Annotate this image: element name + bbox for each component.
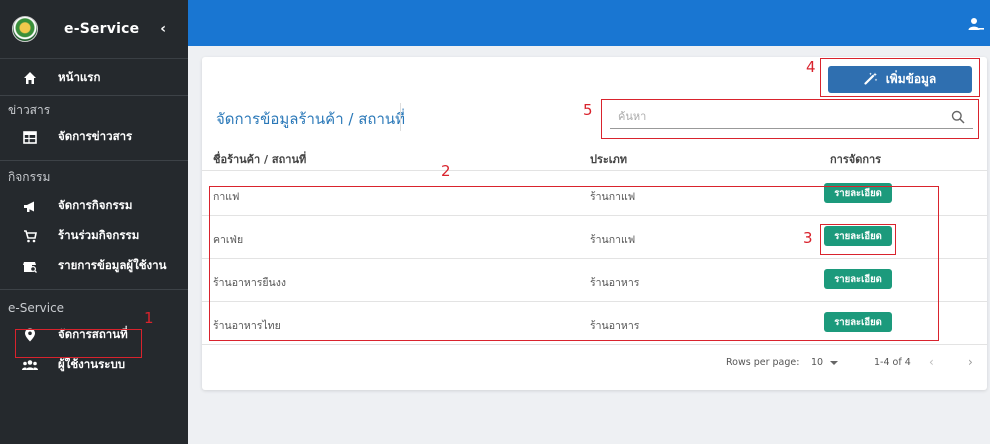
add-data-button-label: เพิ่มข้อมูล <box>885 72 937 86</box>
annotation-number-3: 3 <box>803 229 813 247</box>
cell-type: ร้านกาแฟ <box>590 191 636 203</box>
sidebar-item-manage-places[interactable]: จัดการสถานที่ <box>0 320 188 350</box>
cell-type: ร้านอาหาร <box>590 320 640 332</box>
detail-button[interactable]: รายละเอียด <box>824 312 892 332</box>
detail-button[interactable]: รายละเอียด <box>824 226 892 246</box>
sidebar-item-user-data-list[interactable]: รายการข้อมูลผู้ใช้งาน <box>0 251 188 281</box>
divider <box>0 160 188 161</box>
next-page-button[interactable]: › <box>968 355 973 369</box>
table-row: ร้านอาหารยืนงง ร้านอาหาร รายละเอียด <box>202 259 987 302</box>
sidebar-item-label: ร้านร่วมกิจกรรม <box>58 228 140 242</box>
table-header: ชื่อร้านค้า / สถานที่ ประเภท การจัดการ <box>202 141 987 171</box>
rows-per-page-label: Rows per page: <box>726 357 800 368</box>
pagination: Rows per page: 10 1-4 of 4 ‹ › <box>202 349 987 375</box>
sidebar-header: e-Service ‹ <box>0 0 188 59</box>
annotation-number-4: 4 <box>806 58 816 76</box>
content-card: เพิ่มข้อมูล จัดการข้อมูลร้านค้า / สถานที… <box>202 57 987 390</box>
user-add-icon[interactable] <box>968 16 984 30</box>
search-input[interactable] <box>610 110 951 123</box>
detail-button[interactable]: รายละเอียด <box>824 269 892 289</box>
sidebar-item-label: รายการข้อมูลผู้ใช้งาน <box>58 258 167 272</box>
sidebar-item-label: จัดการสถานที่ <box>58 327 128 341</box>
sidebar-item-home[interactable]: หน้าแรก <box>0 61 188 95</box>
cell-name: กาแฟ <box>213 191 240 203</box>
previous-page-button[interactable]: ‹ <box>929 355 934 369</box>
sidebar-item-system-users[interactable]: ผู้ใช้งานระบบ <box>0 350 188 380</box>
column-header-actions: การจัดการ <box>830 153 882 166</box>
location-pin-icon <box>22 327 38 343</box>
page-title: จัดการข้อมูลร้านค้า / สถานที่ <box>216 110 406 128</box>
top-app-bar <box>188 0 990 46</box>
search-field[interactable] <box>610 105 973 129</box>
divider <box>0 289 188 290</box>
annotation-number-2: 2 <box>441 162 451 180</box>
section-eservice: e-Service <box>8 301 65 315</box>
add-data-button[interactable]: เพิ่มข้อมูล <box>828 66 972 93</box>
store-search-icon <box>22 258 38 274</box>
cell-name: ร้านอาหารยืนงง <box>213 277 286 289</box>
news-table-icon <box>22 129 38 145</box>
column-header-name[interactable]: ชื่อร้านค้า / สถานที่ <box>213 150 306 168</box>
sidebar: e-Service ‹ หน้าแรก ข่าวสาร จัดการข่าวสา… <box>0 0 188 444</box>
cell-name: คาเฟ่ย <box>213 234 244 246</box>
page-range: 1-4 of 4 <box>874 357 911 368</box>
cell-type: ร้านกาแฟ <box>590 234 636 246</box>
sidebar-item-label: ผู้ใช้งานระบบ <box>58 357 126 371</box>
section-activities: กิจกรรม <box>8 169 51 184</box>
cell-name: ร้านอาหารไทย <box>213 320 281 332</box>
sidebar-item-label: จัดการกิจกรรม <box>58 198 133 212</box>
title-divider <box>400 103 401 131</box>
divider <box>0 95 188 96</box>
detail-button[interactable]: รายละเอียด <box>824 183 892 203</box>
column-header-type[interactable]: ประเภท <box>590 150 627 168</box>
annotation-number-1: 1 <box>144 309 154 327</box>
collapse-sidebar-icon[interactable]: ‹ <box>160 21 166 37</box>
megaphone-icon <box>22 198 38 214</box>
table-row: คาเฟ่ย ร้านกาแฟ รายละเอียด <box>202 216 987 259</box>
home-icon <box>22 70 38 86</box>
section-news: ข่าวสาร <box>8 102 51 117</box>
cell-type: ร้านอาหาร <box>590 277 640 289</box>
rows-per-page-select[interactable]: 10 <box>811 357 823 368</box>
chevron-down-icon[interactable] <box>830 361 838 365</box>
logo <box>12 16 38 42</box>
table-row: ร้านอาหารไทย ร้านอาหาร รายละเอียด <box>202 302 987 345</box>
sidebar-item-manage-news[interactable]: จัดการข่าวสาร <box>0 120 188 154</box>
sidebar-item-label: หน้าแรก <box>58 70 101 84</box>
cart-icon <box>22 228 38 244</box>
table-row: กาแฟ ร้านกาแฟ รายละเอียด <box>202 173 987 216</box>
sidebar-item-partner-shops[interactable]: ร้านร่วมกิจกรรม <box>0 221 188 251</box>
magic-wand-icon <box>864 72 878 88</box>
sidebar-item-label: จัดการข่าวสาร <box>58 129 133 143</box>
app-title: e-Service <box>64 21 140 37</box>
sidebar-item-manage-activities[interactable]: จัดการกิจกรรม <box>0 191 188 221</box>
users-icon <box>22 357 38 373</box>
annotation-number-5: 5 <box>583 101 593 119</box>
search-icon[interactable] <box>951 109 967 125</box>
